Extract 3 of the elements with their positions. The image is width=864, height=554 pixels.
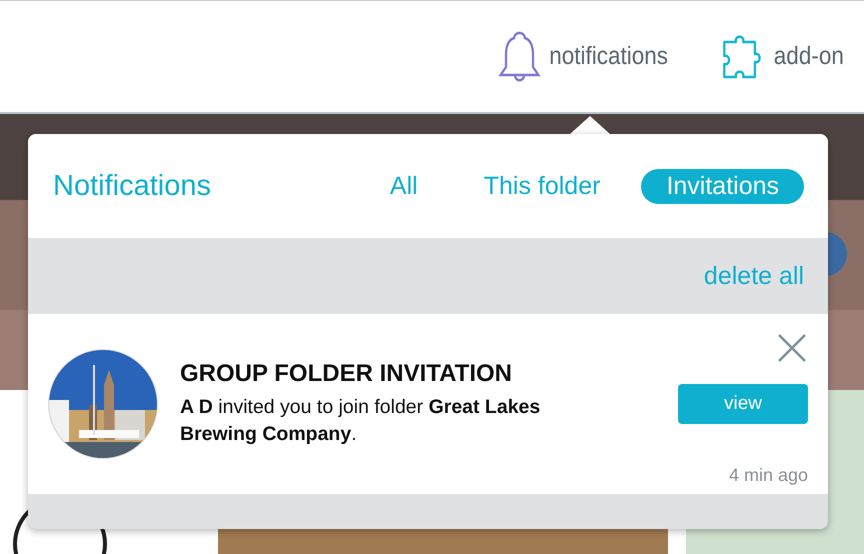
add-on-link[interactable]: add-on	[722, 32, 844, 82]
bell-icon	[497, 30, 542, 84]
notifications-link[interactable]: notifications	[497, 30, 668, 84]
